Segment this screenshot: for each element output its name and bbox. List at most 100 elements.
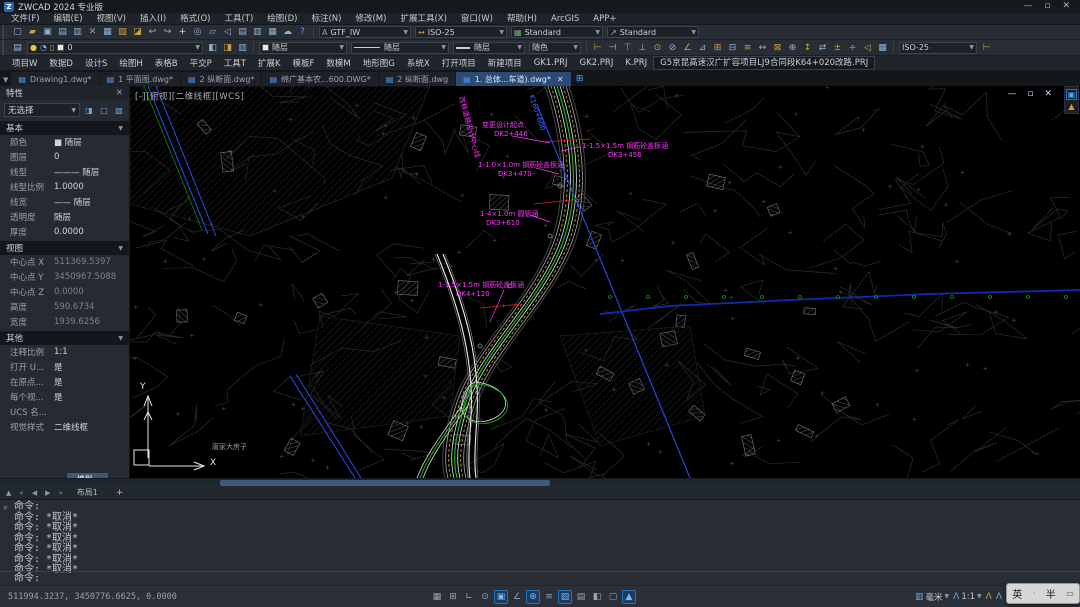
ime-width-indicator[interactable]: 半: [1046, 586, 1056, 601]
selection-type-combo[interactable]: 无选择 ▼: [4, 103, 80, 117]
designcenter-icon[interactable]: ▦: [265, 26, 280, 39]
minimize-button[interactable]: —: [1023, 0, 1032, 13]
property-row[interactable]: 高度590.6734: [0, 300, 129, 315]
dim-style-combo[interactable]: ↔ ISO-25 ▼: [415, 26, 507, 38]
select-objects-icon[interactable]: ▢: [98, 104, 110, 116]
property-row[interactable]: 线宽—— 随层: [0, 195, 129, 210]
section-header[interactable]: 其他▼: [0, 331, 129, 345]
canvas-horizontal-scrollbar[interactable]: [0, 478, 1080, 486]
section-header[interactable]: 基本▼: [0, 121, 129, 135]
linetype-combo[interactable]: 随层 ▼: [351, 42, 449, 54]
lineweight-display-toggle[interactable]: ≡: [542, 590, 556, 604]
menu-item[interactable]: ArcGIS: [544, 13, 586, 25]
project-link[interactable]: 新建项目: [482, 57, 528, 69]
command-close-icon[interactable]: ✕: [3, 503, 8, 512]
tool-palettes-icon[interactable]: ▥: [250, 26, 265, 39]
cut-icon[interactable]: ✕: [85, 26, 100, 39]
project-link[interactable]: GK1.PRJ: [528, 58, 574, 68]
annotation-autoscale-toggle[interactable]: Λ: [996, 592, 1002, 602]
project-menu-item[interactable]: 系统X: [401, 57, 436, 69]
project-menu-item[interactable]: 项目W: [6, 57, 43, 69]
polar-tracking-toggle[interactable]: ⊙: [478, 590, 492, 604]
document-tab[interactable]: ▤2 纵断面.dwg*: [181, 72, 261, 86]
object-snap-toggle[interactable]: ▣: [494, 590, 508, 604]
selection-cycling-toggle[interactable]: ◧: [590, 590, 604, 604]
property-row[interactable]: 颜色■ 随层: [0, 135, 129, 150]
layer-isolate-icon[interactable]: ▥: [235, 41, 250, 54]
layer-combo[interactable]: ● ◔ ▯ 0 ▼: [27, 42, 203, 54]
dimension-style-manager-icon[interactable]: ▦: [875, 41, 890, 54]
menu-item[interactable]: 视图(V): [90, 13, 133, 25]
last-tab-button[interactable]: »: [54, 489, 66, 497]
menu-item[interactable]: 插入(I): [133, 13, 173, 25]
toggle-pickadd-icon[interactable]: ◨: [83, 104, 95, 116]
property-row[interactable]: 线型——— 随层: [0, 165, 129, 180]
snap-toggle[interactable]: ⊞: [446, 590, 460, 604]
property-row[interactable]: 中心点 Z0.0000: [0, 285, 129, 300]
clean-screen-toggle[interactable]: ▢: [606, 590, 620, 604]
color-combo[interactable]: 随层 ▼: [259, 42, 347, 54]
copy-icon[interactable]: ▦: [100, 26, 115, 39]
properties-icon[interactable]: ▤: [235, 26, 250, 39]
baseline-dimension-icon[interactable]: ⊞: [710, 41, 725, 54]
layer-properties-icon[interactable]: ▤: [10, 41, 25, 54]
document-tab[interactable]: ▤Drawing1.dwg*: [11, 72, 98, 86]
dimension-break-icon[interactable]: ↔: [755, 41, 770, 54]
plot-style-combo[interactable]: 随色 ▼: [529, 42, 581, 54]
ime-keyboard-icon[interactable]: ▭: [1066, 589, 1074, 598]
project-menu-item[interactable]: 平交P: [184, 57, 218, 69]
ordinate-dimension-icon[interactable]: ⊥: [635, 41, 650, 54]
transparency-toggle[interactable]: ▨: [558, 590, 572, 604]
project-menu-item[interactable]: 设计S: [79, 57, 113, 69]
project-menu-item[interactable]: 绘图H: [113, 57, 148, 69]
annotation-visibility-toggle[interactable]: Λ: [986, 592, 992, 602]
grid-toggle[interactable]: ▦: [430, 590, 444, 604]
property-row[interactable]: 宽度1939.6256: [0, 315, 129, 330]
jogged-linear-icon[interactable]: ⇄: [815, 41, 830, 54]
quick-select-icon[interactable]: ▨: [113, 104, 125, 116]
viewport-controls[interactable]: [-][俯视][二维线框][WCS]: [135, 90, 244, 102]
maximize-button[interactable]: ▫: [1044, 0, 1050, 13]
new-tab-button[interactable]: ⊞: [572, 72, 588, 86]
angular-dimension-icon[interactable]: ∠: [680, 41, 695, 54]
unit-selector[interactable]: ▥ 毫米 ▼: [915, 591, 949, 603]
property-row[interactable]: 厚度0.0000: [0, 225, 129, 240]
pan-icon[interactable]: +: [175, 26, 190, 39]
quick-dimension-icon[interactable]: ⊿: [695, 41, 710, 54]
match-properties-icon[interactable]: ◪: [130, 26, 145, 39]
menu-item[interactable]: 文件(F): [4, 13, 47, 25]
undo-icon[interactable]: ↩: [145, 26, 160, 39]
project-menu-item[interactable]: 扩展K: [252, 57, 287, 69]
project-menu-item[interactable]: 表格B: [149, 57, 184, 69]
command-input[interactable]: 命令:: [14, 569, 40, 584]
lineweight-combo[interactable]: 随层 ▼: [453, 42, 525, 54]
section-header[interactable]: 视图▼: [0, 241, 129, 255]
first-tab-button[interactable]: «: [15, 489, 27, 497]
help-icon[interactable]: ?: [295, 26, 310, 39]
project-menu-item[interactable]: 工具T: [218, 57, 252, 69]
object-tracking-toggle[interactable]: ∠: [510, 590, 524, 604]
dimension-text-edit-icon[interactable]: ÷: [845, 41, 860, 54]
document-tab[interactable]: ▤绵广基本农...600.DWG*: [262, 72, 377, 86]
property-row[interactable]: 在原点...是: [0, 375, 129, 390]
menu-item[interactable]: APP+: [586, 13, 623, 25]
continue-dimension-icon[interactable]: ⊟: [725, 41, 740, 54]
scrollbar-thumb[interactable]: [220, 480, 550, 486]
save-all-icon[interactable]: ▤: [55, 26, 70, 39]
close-button[interactable]: ✕: [1062, 0, 1070, 13]
menu-item[interactable]: 标注(N): [304, 13, 348, 25]
project-menu-item[interactable]: 数据D: [43, 57, 79, 69]
project-link[interactable]: 打开项目: [436, 57, 482, 69]
tab-list-chevron-icon[interactable]: ▼: [2, 76, 11, 86]
new-file-icon[interactable]: ▢: [10, 26, 25, 39]
menu-item[interactable]: 扩展工具(X): [393, 13, 453, 25]
dim-style-combo-2[interactable]: ISO-25 ▼: [899, 42, 977, 54]
annotation-scale-toggle-toggle[interactable]: ▲: [622, 590, 636, 604]
nav-pan-icon[interactable]: ▣: [1066, 89, 1078, 100]
annotation-scale-selector[interactable]: Λ 1:1 ▼: [953, 592, 981, 602]
menu-item[interactable]: 编辑(E): [47, 13, 90, 25]
project-link[interactable]: G5京昆高速汉广扩容项目LJ9合同段K64+020改路.PRJ: [653, 56, 875, 70]
plot-icon[interactable]: ▥: [70, 26, 85, 39]
arc-length-dimension-icon[interactable]: ⊤: [620, 41, 635, 54]
zoom-previous-icon[interactable]: ◁: [220, 26, 235, 39]
